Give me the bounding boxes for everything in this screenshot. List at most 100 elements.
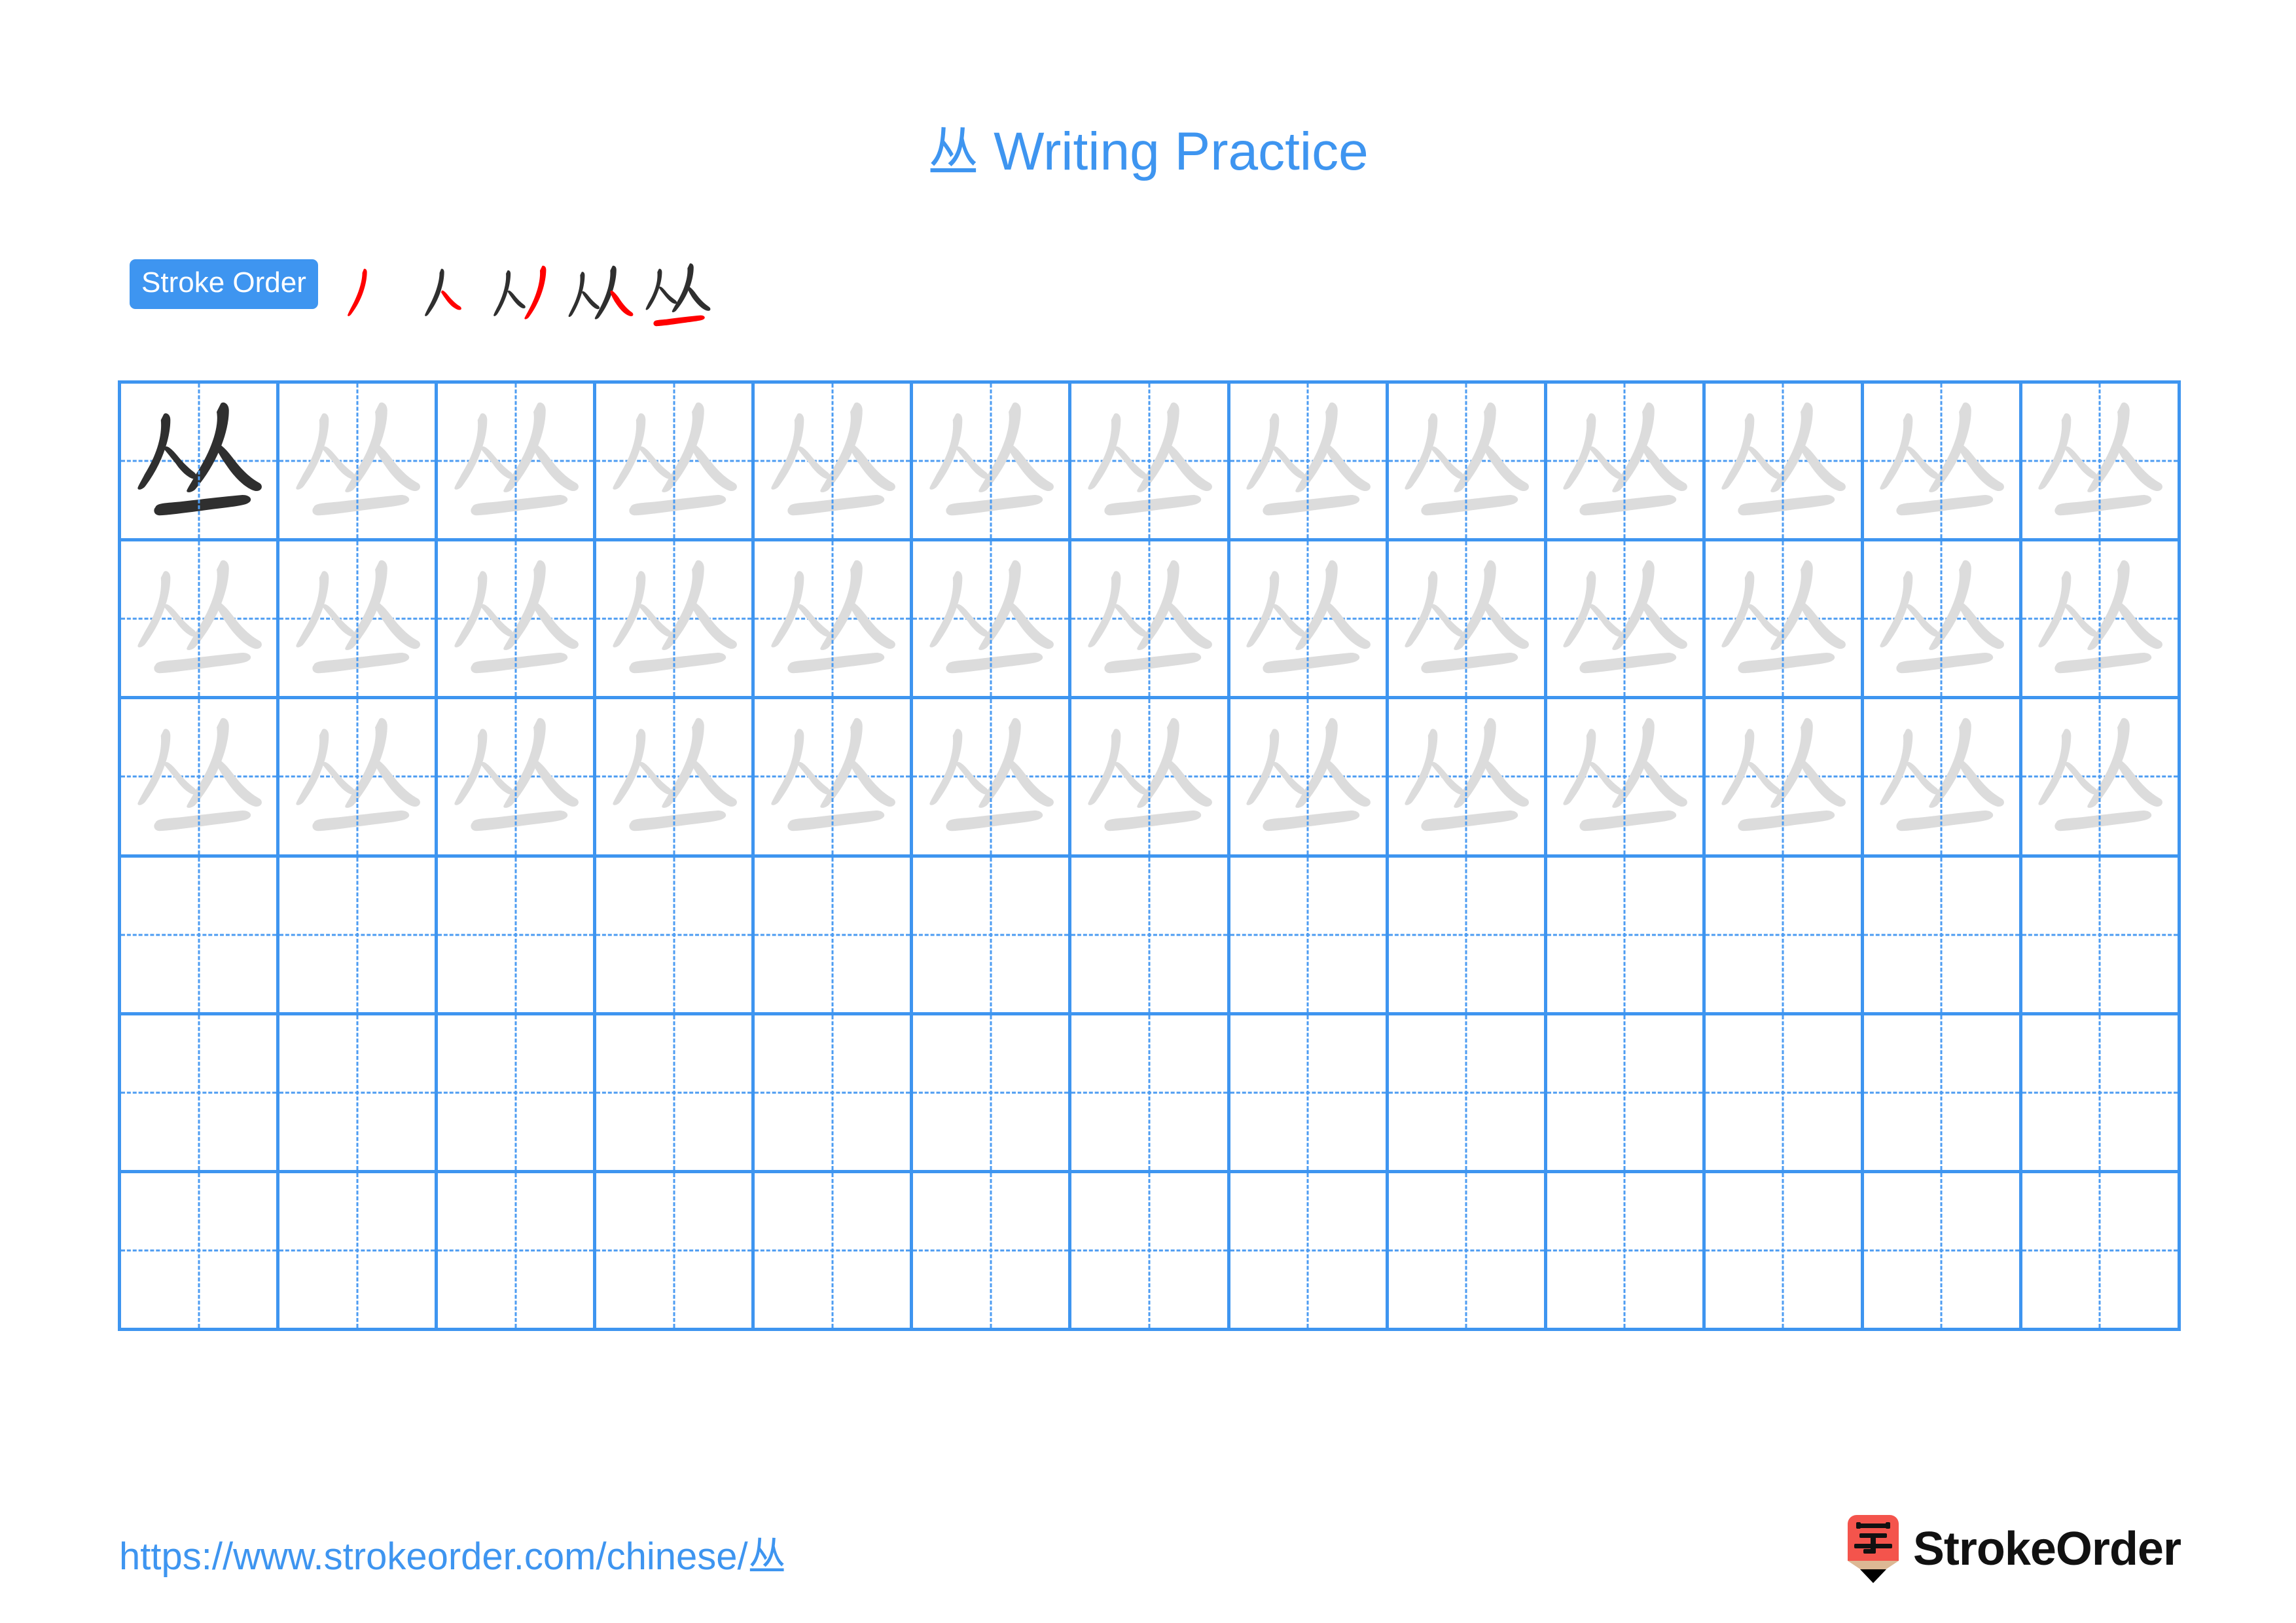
practice-grid-cell[interactable] [1863,857,2022,1015]
stroke-order-steps [330,257,716,334]
trace-character [755,699,910,854]
practice-grid-cell[interactable] [121,384,280,542]
practice-grid-cell[interactable] [596,384,755,542]
trace-character [1706,699,1861,854]
practice-grid-cell[interactable] [913,699,1072,858]
practice-grid-cell[interactable] [1071,857,1230,1015]
practice-grid-cell[interactable] [2022,1015,2181,1173]
practice-grid-cell[interactable] [1388,1173,1547,1332]
stroke-order-badge: Stroke Order [130,259,318,309]
practice-grid-cell[interactable] [2022,384,2181,542]
practice-grid-cell[interactable] [1863,384,2022,542]
practice-grid-cell[interactable] [596,699,755,858]
practice-grid-cell[interactable] [596,541,755,700]
trace-character [1230,384,1386,538]
practice-grid-cell[interactable] [279,699,439,858]
trace-character [121,541,276,696]
trace-character [1389,384,1544,538]
practice-grid-cell[interactable] [1863,699,2022,858]
trace-character [2022,384,2178,538]
trace-character [1706,541,1861,696]
practice-grid-cell[interactable] [755,1015,914,1173]
trace-character [1864,699,2019,854]
trace-character [913,699,1068,854]
practice-grid-cell[interactable] [2022,1173,2181,1332]
practice-grid-row [121,384,2181,542]
practice-grid-row [121,857,2181,1015]
practice-grid-cell[interactable] [1863,541,2022,700]
practice-grid-cell[interactable] [279,384,439,542]
practice-grid-cell[interactable] [1705,384,1864,542]
practice-grid-cell[interactable] [913,541,1072,700]
stroke-step-3 [484,257,562,334]
practice-grid-cell[interactable] [1071,541,1230,700]
practice-grid-cell[interactable] [913,384,1072,542]
practice-grid-cell[interactable] [1863,1015,2022,1173]
practice-grid-cell[interactable] [1230,699,1389,858]
practice-grid-cell[interactable] [1705,541,1864,700]
practice-grid-cell[interactable] [121,699,280,858]
practice-grid-cell[interactable] [1388,541,1547,700]
practice-grid-cell[interactable] [913,1015,1072,1173]
practice-grid-cell[interactable] [279,1015,439,1173]
practice-grid-cell[interactable] [279,857,439,1015]
practice-grid-cell[interactable] [279,541,439,700]
practice-grid-cell[interactable] [755,857,914,1015]
practice-grid-cell[interactable] [1071,1015,1230,1173]
practice-grid-cell[interactable] [755,541,914,700]
practice-grid-cell[interactable] [1388,857,1547,1015]
practice-grid-cell[interactable] [1230,857,1389,1015]
practice-grid-cell[interactable] [121,1173,280,1332]
practice-grid-cell[interactable] [1071,384,1230,542]
practice-grid-cell[interactable] [1230,384,1389,542]
practice-grid-cell[interactable] [755,384,914,542]
practice-grid-cell[interactable] [438,699,597,858]
practice-grid-cell[interactable] [1071,699,1230,858]
practice-grid-cell[interactable] [1388,699,1547,858]
trace-character [1864,384,2019,538]
practice-grid-cell[interactable] [1230,1173,1389,1332]
practice-grid-cell[interactable] [438,541,597,700]
practice-grid-cell[interactable] [1547,384,1706,542]
practice-grid-cell[interactable] [596,857,755,1015]
practice-grid-cell[interactable] [279,1173,439,1332]
practice-grid-cell[interactable] [596,1173,755,1332]
practice-grid-cell[interactable] [2022,699,2181,858]
trace-character [1230,541,1386,696]
practice-grid-cell[interactable] [596,1015,755,1173]
practice-grid-cell[interactable] [1547,1173,1706,1332]
practice-grid-cell[interactable] [121,857,280,1015]
practice-grid-cell[interactable] [438,384,597,542]
practice-grid-cell[interactable] [1705,1015,1864,1173]
practice-grid-cell[interactable] [1230,1015,1389,1173]
practice-grid-cell[interactable] [1071,1173,1230,1332]
model-character [121,384,276,538]
practice-grid-cell[interactable] [438,857,597,1015]
practice-grid-cell[interactable] [2022,857,2181,1015]
practice-grid-cell[interactable] [121,1015,280,1173]
practice-grid-cell[interactable] [1705,699,1864,858]
practice-grid-cell[interactable] [121,541,280,700]
footer-url[interactable]: https://www.strokeorder.com/chinese/丛 [119,1525,786,1580]
practice-grid-cell[interactable] [1547,857,1706,1015]
practice-grid-cell[interactable] [1705,857,1864,1015]
practice-grid-cell[interactable] [438,1173,597,1332]
practice-grid-cell[interactable] [1547,541,1706,700]
practice-grid-cell[interactable] [1547,699,1706,858]
practice-grid-cell[interactable] [438,1015,597,1173]
page-title-text: Writing Practice [978,122,1369,181]
practice-grid-cell[interactable] [1230,541,1389,700]
practice-grid-cell[interactable] [1863,1173,2022,1332]
page-title: 丛 Writing Practice [0,111,2296,185]
practice-grid-cell[interactable] [913,857,1072,1015]
practice-grid-cell[interactable] [913,1173,1072,1332]
practice-grid-cell[interactable] [1547,1015,1706,1173]
practice-grid-cell[interactable] [755,1173,914,1332]
practice-grid-cell[interactable] [2022,541,2181,700]
practice-grid-cell[interactable] [755,699,914,858]
practice-grid-cell[interactable] [1705,1173,1864,1332]
practice-grid-cell[interactable] [1388,384,1547,542]
trace-character [596,541,751,696]
footer-url-prefix: https://www.strokeorder.com/chinese/ [119,1535,748,1578]
practice-grid-cell[interactable] [1388,1015,1547,1173]
